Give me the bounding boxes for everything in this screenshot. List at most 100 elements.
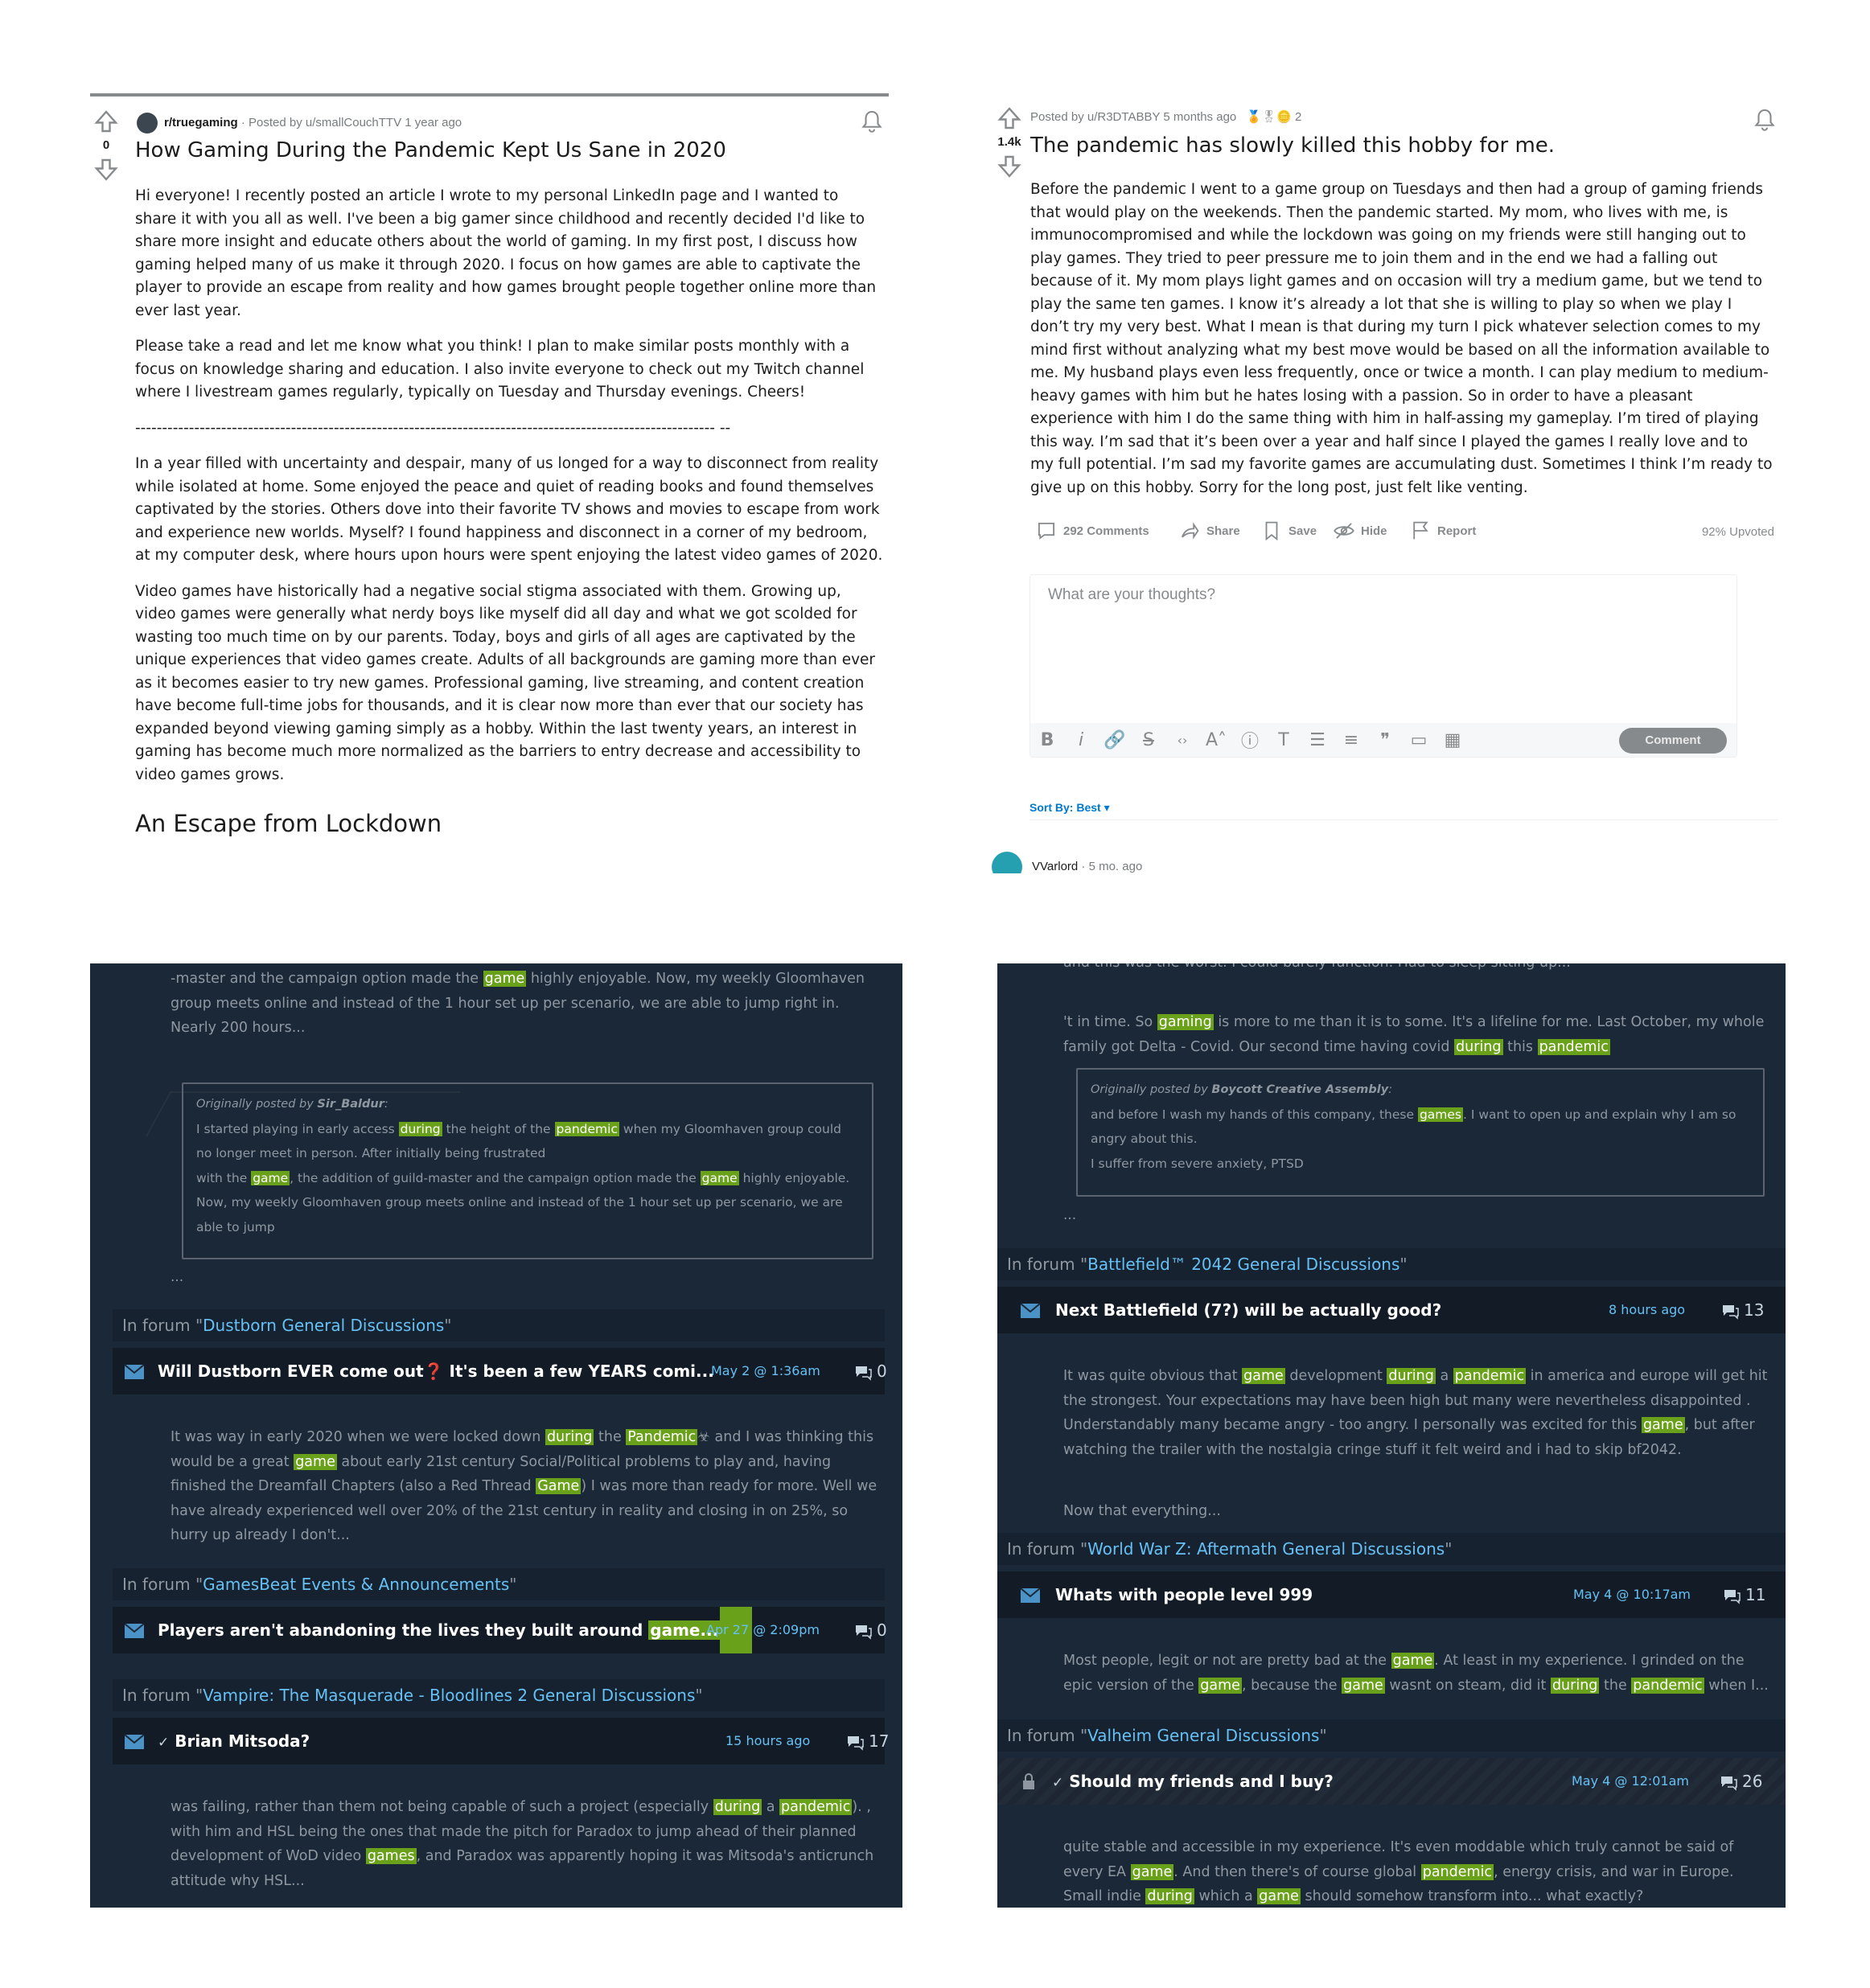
vote-column: 1.4k bbox=[993, 106, 1025, 179]
thread-row[interactable]: Players aren't abandoning the lives they… bbox=[113, 1607, 887, 1653]
quote-author[interactable]: Boycott Creative Assembly bbox=[1211, 1083, 1388, 1096]
award-icon: 🏅 bbox=[1246, 110, 1262, 124]
thread-row[interactable]: ✓ Should my friends and I buy? May 4 @ 1… bbox=[997, 1758, 1786, 1805]
bookmark-icon bbox=[1265, 521, 1278, 541]
comment-header: VVarlord · 5 mo. ago bbox=[992, 852, 1142, 873]
bell-icon[interactable] bbox=[1753, 108, 1777, 132]
thread-row[interactable]: Will Dustborn EVER come out❓ It's been a… bbox=[113, 1348, 887, 1394]
quote-line: Now, my weekly Gloomhaven group meets on… bbox=[196, 1195, 843, 1210]
forum-label: In forum "Dustborn General Discussions" bbox=[113, 1309, 885, 1341]
bulleted-list-icon[interactable]: ☰ bbox=[1301, 730, 1334, 750]
table-icon[interactable]: ▦ bbox=[1436, 730, 1469, 750]
code-block-icon[interactable]: ▭ bbox=[1402, 730, 1436, 750]
quote-author[interactable]: Sir_Baldur bbox=[317, 1098, 384, 1111]
forum-link[interactable]: Dustborn General Discussions bbox=[203, 1316, 444, 1335]
commenter-name[interactable]: VVarlord bbox=[1032, 860, 1078, 873]
comment-editor[interactable]: What are your thoughts? B i 🔗 S ‹› A˄ ⓘ … bbox=[1030, 574, 1737, 758]
post-title[interactable]: How Gaming During the Pandemic Kept Us S… bbox=[135, 138, 726, 162]
share-button[interactable]: Share bbox=[1179, 520, 1240, 541]
result-snippet: was failing, rather than them not being … bbox=[171, 1799, 874, 1889]
forum-link[interactable]: GamesBeat Events & Announcements bbox=[203, 1575, 509, 1594]
forum-link[interactable]: Vampire: The Masquerade - Bloodlines 2 G… bbox=[203, 1686, 695, 1705]
ellipsis: ... bbox=[171, 1269, 184, 1285]
reply-count: 17 bbox=[846, 1718, 889, 1764]
search-highlight: Pandemic bbox=[626, 1429, 698, 1445]
quote-author-line: Originally posted by Sir_Baldur: bbox=[196, 1092, 859, 1117]
share-label: Share bbox=[1206, 524, 1240, 538]
lock-icon bbox=[1023, 1773, 1034, 1789]
forum-link[interactable]: Battlefield™ 2042 General Discussions bbox=[1087, 1255, 1399, 1274]
subreddit-link[interactable]: r/truegaming bbox=[164, 116, 238, 129]
superscript-icon[interactable]: A˄ bbox=[1199, 730, 1233, 750]
thread-title[interactable]: Will Dustborn EVER come out❓ It's been a… bbox=[158, 1348, 714, 1394]
thread-row[interactable]: Whats with people level 999 May 4 @ 10:1… bbox=[997, 1571, 1786, 1618]
search-highlight: during bbox=[398, 1121, 442, 1136]
italic-icon[interactable]: i bbox=[1064, 730, 1098, 750]
forum-link[interactable]: World War Z: Aftermath General Discussio… bbox=[1087, 1539, 1445, 1559]
forum-link[interactable]: Valheim General Discussions bbox=[1087, 1726, 1319, 1745]
post-title[interactable]: The pandemic has slowly killed this hobb… bbox=[1030, 133, 1555, 158]
downvote-icon[interactable] bbox=[997, 154, 1021, 179]
comment-bubble-icon bbox=[1723, 1304, 1739, 1320]
share-icon bbox=[1182, 522, 1199, 540]
mail-icon bbox=[124, 1364, 145, 1379]
ellipsis: ... bbox=[1063, 1207, 1077, 1223]
post-body: Hi everyone! I recently posted an articl… bbox=[135, 185, 883, 836]
thread-row[interactable]: ✓ Brian Mitsoda? 15 hours ago 17 bbox=[113, 1718, 889, 1766]
post-body: Before the pandemic I went to a game gro… bbox=[1030, 181, 1773, 496]
reply-count-value: 0 bbox=[877, 1362, 887, 1381]
upvote-icon[interactable] bbox=[94, 109, 118, 133]
downvote-icon[interactable] bbox=[94, 158, 118, 182]
forum-suffix: " bbox=[1399, 1255, 1408, 1274]
bold-icon[interactable]: B bbox=[1030, 730, 1064, 750]
hide-button[interactable]: Hide bbox=[1334, 520, 1387, 541]
inline-code-icon[interactable]: ‹› bbox=[1165, 733, 1199, 748]
comment-placeholder[interactable]: What are your thoughts? bbox=[1048, 586, 1215, 604]
thread-title[interactable]: ✓ Brian Mitsoda? bbox=[158, 1718, 310, 1766]
link-icon[interactable]: 🔗 bbox=[1098, 730, 1132, 750]
vote-count: 1.4k bbox=[997, 135, 1021, 149]
search-highlight: pandemic bbox=[779, 1799, 853, 1815]
quote-prefix: Originally posted by bbox=[196, 1098, 318, 1111]
comment-button[interactable]: Comment bbox=[1619, 728, 1727, 754]
verified-icon: ✓ bbox=[1052, 1775, 1064, 1791]
upvote-icon[interactable] bbox=[997, 106, 1021, 130]
avatar[interactable] bbox=[992, 852, 1022, 873]
strikethrough-icon[interactable]: S bbox=[1132, 730, 1165, 750]
award-icon: 🎖 bbox=[1261, 110, 1277, 124]
thread-title[interactable]: Next Battlefield (7?) will be actually g… bbox=[1055, 1287, 1441, 1333]
forum-prefix: In forum " bbox=[122, 1316, 203, 1335]
report-button[interactable]: Report bbox=[1410, 520, 1476, 541]
reply-count: 0 bbox=[854, 1607, 887, 1653]
thread-title[interactable]: Players aren't abandoning the lives they… bbox=[158, 1607, 753, 1653]
quote-line: and before I wash my hands of this compa… bbox=[1091, 1107, 1736, 1122]
search-highlight: game bbox=[1342, 1677, 1385, 1694]
quote-line: I suffer from severe anxiety, PTSD bbox=[1091, 1156, 1304, 1171]
quoted-post: Originally posted by Sir_Baldur: I start… bbox=[182, 1082, 873, 1259]
comment-bubble-icon bbox=[1724, 1589, 1741, 1604]
thread-row[interactable]: Next Battlefield (7?) will be actually g… bbox=[997, 1287, 1786, 1333]
heading-icon[interactable]: T bbox=[1267, 730, 1301, 750]
forum-label: In forum "World War Z: Aftermath General… bbox=[997, 1533, 1786, 1565]
quote-block-icon[interactable]: ❞ bbox=[1368, 730, 1402, 750]
comments-button[interactable]: 292 Comments bbox=[1036, 520, 1149, 541]
search-highlight: gaming bbox=[1157, 1014, 1214, 1030]
save-button[interactable]: Save bbox=[1261, 520, 1317, 541]
post-paragraph: In a year filled with uncertainty and de… bbox=[135, 455, 883, 564]
thread-title[interactable]: ✓ Should my friends and I buy? bbox=[1052, 1758, 1334, 1806]
forum-label: In forum "Valheim General Discussions" bbox=[997, 1719, 1786, 1752]
search-highlight: game bbox=[1391, 1653, 1435, 1669]
award-icon: 🪙 bbox=[1276, 110, 1292, 124]
thread-title[interactable]: Whats with people level 999 bbox=[1055, 1571, 1313, 1618]
post-paragraph: Please take a read and let me know what … bbox=[135, 338, 865, 400]
reply-count: 0 bbox=[854, 1348, 887, 1394]
mail-icon bbox=[124, 1734, 145, 1749]
sort-dropdown[interactable]: Sort By: Best ▾ bbox=[1030, 801, 1110, 815]
spoiler-icon[interactable]: ⓘ bbox=[1233, 727, 1267, 753]
thread-date: 8 hours ago bbox=[1609, 1302, 1686, 1317]
numbered-list-icon[interactable]: ≡ bbox=[1334, 730, 1368, 750]
bell-icon[interactable] bbox=[860, 109, 884, 133]
reddit-post-pandemic-hobby: 1.4k Posted by u/R3DTABBY 5 months ago 🏅… bbox=[992, 93, 1780, 873]
hide-label: Hide bbox=[1361, 524, 1387, 538]
search-highlight: during bbox=[1387, 1368, 1436, 1384]
